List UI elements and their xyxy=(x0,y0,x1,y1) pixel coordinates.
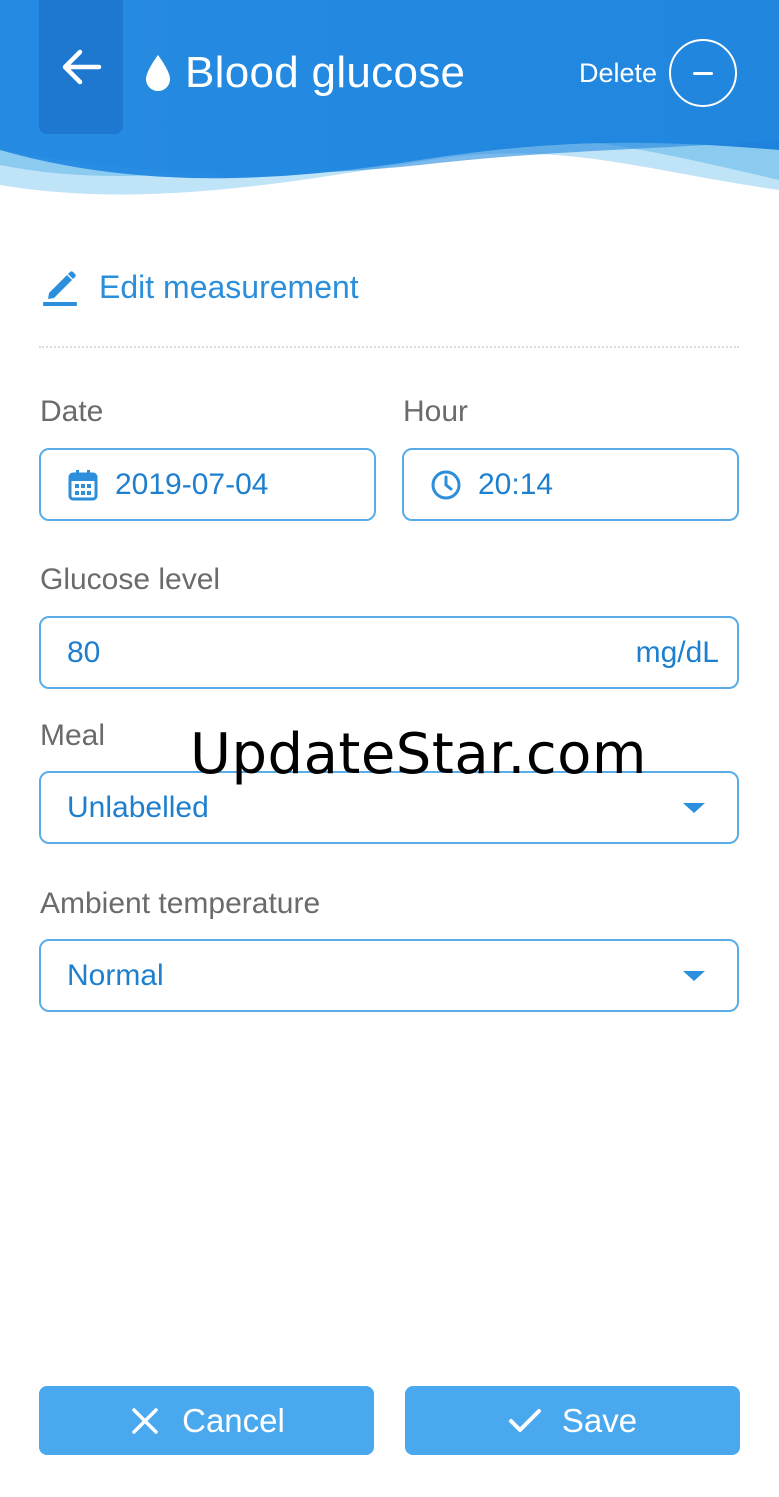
hour-label: Hour xyxy=(403,395,469,428)
back-button[interactable] xyxy=(39,0,123,134)
check-icon xyxy=(508,1404,542,1438)
glucose-unit: mg/dL xyxy=(635,635,719,669)
delete-label: Delete xyxy=(578,57,657,88)
glucose-label: Glucose level xyxy=(40,563,221,596)
save-label: Save xyxy=(561,1401,638,1439)
date-field[interactable]: 2019-07-04 xyxy=(39,448,376,521)
clock-icon xyxy=(430,469,462,501)
save-button[interactable]: Save xyxy=(405,1386,740,1455)
cancel-button[interactable]: Cancel xyxy=(39,1386,374,1455)
section-heading: Edit measurement xyxy=(41,262,359,312)
page-title: Blood glucose xyxy=(185,48,466,97)
drop-icon xyxy=(143,53,173,93)
hour-value: 20:14 xyxy=(478,467,554,501)
app-header: Blood glucose Delete xyxy=(0,0,779,220)
glucose-value: 80 xyxy=(67,635,101,669)
chevron-down-icon xyxy=(683,802,705,813)
ambient-label: Ambient temperature xyxy=(40,887,321,920)
divider xyxy=(39,346,739,348)
date-value: 2019-07-04 xyxy=(115,467,269,501)
date-label: Date xyxy=(40,395,104,428)
header-title-group: Blood glucose xyxy=(143,42,465,104)
meal-selected-value: Unlabelled xyxy=(67,790,209,824)
minus-circle-icon xyxy=(669,39,737,107)
section-title: Edit measurement xyxy=(99,268,359,305)
calendar-icon xyxy=(67,469,99,501)
watermark-text: UpdateStar.com xyxy=(190,722,647,787)
arrow-left-icon xyxy=(62,49,102,85)
ambient-selected-value: Normal xyxy=(67,958,164,992)
hour-field[interactable]: 20:14 xyxy=(402,448,739,521)
ambient-select[interactable]: Normal xyxy=(39,939,739,1012)
pencil-icon xyxy=(43,271,77,306)
close-icon xyxy=(128,1404,162,1438)
meal-label: Meal xyxy=(40,719,106,752)
glucose-input[interactable]: 80 mg/dL xyxy=(39,616,739,689)
delete-button[interactable]: Delete xyxy=(579,39,737,107)
chevron-down-icon xyxy=(683,970,705,981)
cancel-label: Cancel xyxy=(182,1401,285,1439)
